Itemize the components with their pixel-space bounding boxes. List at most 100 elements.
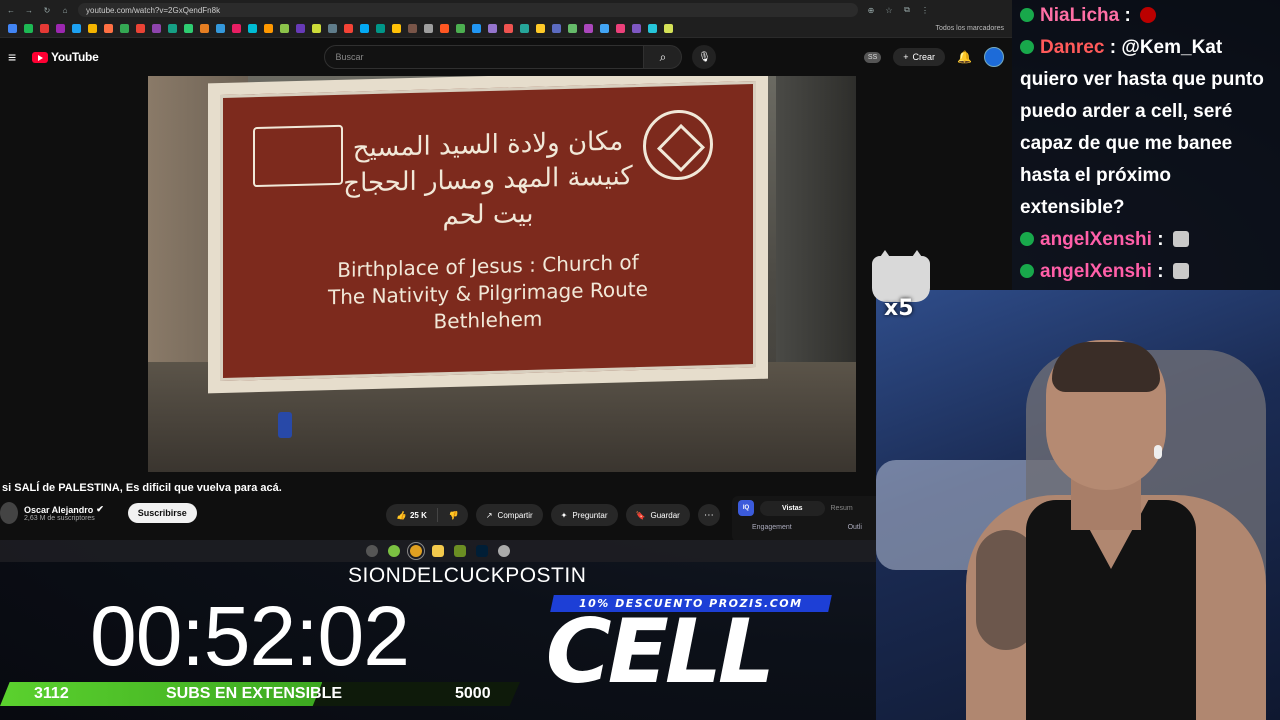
create-button[interactable]: + Crear xyxy=(893,48,946,66)
microphone-icon: 🎙 xyxy=(698,51,711,63)
channel-name[interactable]: Oscar Alejandro xyxy=(24,505,93,515)
share-label: Compartir xyxy=(497,510,533,520)
bookmark-icon[interactable] xyxy=(56,24,65,33)
back-icon[interactable]: ← xyxy=(6,6,16,15)
bookmark-icon[interactable] xyxy=(360,24,369,33)
iq-tab-vistas[interactable]: Vistas xyxy=(760,500,825,516)
more-options-button[interactable]: ⋯ xyxy=(697,504,720,526)
taskbar-app-icon[interactable] xyxy=(388,545,400,557)
bookmark-icon[interactable] xyxy=(488,24,497,33)
bookmark-icon[interactable] xyxy=(200,24,209,33)
bookmark-icon[interactable] xyxy=(552,24,561,33)
bookmark-icon[interactable] xyxy=(536,24,545,33)
bookmark-icon[interactable] xyxy=(440,24,449,33)
bookmark-icon[interactable] xyxy=(392,24,401,33)
bookmark-icon[interactable] xyxy=(632,24,641,33)
bookmark-icon[interactable] xyxy=(152,24,161,33)
ask-label: Preguntar xyxy=(572,510,608,520)
bookmark-icon[interactable] xyxy=(8,24,17,33)
bookmark-icon[interactable] xyxy=(104,24,113,33)
bookmark-icon[interactable] xyxy=(616,24,625,33)
bookmark-icon[interactable] xyxy=(120,24,129,33)
hamburger-menu-icon[interactable]: ≡ xyxy=(8,49,22,65)
video-sign-frame: مكان ولادة السيد المسيح كنيسة المهد ومسا… xyxy=(208,76,768,394)
voice-search-button[interactable]: 🎙 xyxy=(692,45,717,69)
bookmark-icon[interactable] xyxy=(72,24,81,33)
forward-icon[interactable]: → xyxy=(24,6,34,15)
zoom-icon[interactable]: ⊕ xyxy=(866,6,876,15)
bookmark-icon[interactable] xyxy=(344,24,353,33)
bookmark-icon[interactable] xyxy=(328,24,337,33)
taskbar-folder-icon[interactable] xyxy=(432,545,444,557)
bookmark-icon[interactable] xyxy=(472,24,481,33)
subscribe-button[interactable]: Suscribirse xyxy=(127,503,197,523)
search-input[interactable]: Buscar xyxy=(324,45,645,69)
account-avatar[interactable] xyxy=(984,47,1004,67)
more-icon: ⋯ xyxy=(703,509,714,521)
share-button[interactable]: ↗ Compartir xyxy=(475,504,543,526)
channel-avatar[interactable] xyxy=(0,502,18,524)
ask-button[interactable]: ✦ Preguntar xyxy=(550,504,618,526)
bookmark-icon[interactable] xyxy=(600,24,609,33)
url-bar[interactable]: youtube.com/watch?v=2GxQendFn8k xyxy=(78,3,858,17)
menu-icon[interactable]: ⋮ xyxy=(920,6,930,15)
bookmark-icon[interactable] xyxy=(24,24,33,33)
bookmark-icon[interactable] xyxy=(88,24,97,33)
home-icon[interactable]: ⌂ xyxy=(60,6,70,15)
bookmark-icon[interactable] xyxy=(504,24,513,33)
iq-engagement-label: Engagement xyxy=(752,524,792,531)
bookmark-icon[interactable] xyxy=(424,24,433,33)
like-dislike-group: 👍 25 K 👎 xyxy=(386,504,468,526)
reload-icon[interactable]: ↻ xyxy=(42,6,52,15)
iq-tab-resumen[interactable]: Resum xyxy=(831,505,853,512)
bookmark-icon[interactable] xyxy=(136,24,145,33)
chat-message: Danrec : @Kem_Kat quiero ver hasta que p… xyxy=(1020,37,1264,218)
bookmark-icon[interactable] xyxy=(232,24,241,33)
bookmark-icon[interactable] xyxy=(376,24,385,33)
bookmark-icon[interactable] xyxy=(264,24,273,33)
chat-username[interactable]: angelXenshi xyxy=(1040,229,1152,250)
chat-username[interactable]: Danrec xyxy=(1040,37,1104,58)
bookmark-icon[interactable] xyxy=(664,24,673,33)
search-button[interactable]: ⌕ xyxy=(644,45,683,69)
bookmark-icon[interactable] xyxy=(184,24,193,33)
youtube-logo[interactable]: YouTube xyxy=(32,50,99,64)
search-placeholder: Buscar xyxy=(335,52,364,62)
bookmarks-folder[interactable]: Todos los marcadores xyxy=(936,25,1004,32)
bookmark-icon[interactable] xyxy=(408,24,417,33)
like-button[interactable]: 👍 25 K xyxy=(386,511,437,520)
like-count: 25 K xyxy=(409,510,427,520)
chat-username[interactable]: NiaLicha xyxy=(1040,5,1119,26)
bookmark-icon: 🔖 xyxy=(635,510,646,520)
bookmark-icon[interactable] xyxy=(280,24,289,33)
world-heritage-emblem xyxy=(643,109,713,181)
star-icon[interactable]: ☆ xyxy=(884,6,894,15)
bookmark-icon[interactable] xyxy=(312,24,321,33)
video-title: si SALÍ de PALESTINA, Es dificil que vue… xyxy=(2,482,282,494)
bookmark-icon[interactable] xyxy=(456,24,465,33)
bookmark-icon[interactable] xyxy=(40,24,49,33)
taskbar-photoshop-icon[interactable] xyxy=(476,545,488,557)
subs-goal: 5000 xyxy=(455,685,491,702)
taskbar-chrome-icon[interactable] xyxy=(407,542,425,560)
chat-username[interactable]: angelXenshi xyxy=(1040,261,1152,282)
bookmark-icon[interactable] xyxy=(648,24,657,33)
taskbar-app-icon[interactable] xyxy=(366,545,378,557)
extensions-icon[interactable]: ⧉ xyxy=(902,5,912,15)
bookmark-icon[interactable] xyxy=(584,24,593,33)
bookmark-icon[interactable] xyxy=(248,24,257,33)
video-player[interactable]: مكان ولادة السيد المسيح كنيسة المهد ومسا… xyxy=(148,76,856,472)
taskbar-app-icon[interactable] xyxy=(454,545,466,557)
dislike-button[interactable]: 👎 xyxy=(438,511,468,520)
bookmark-icon[interactable] xyxy=(568,24,577,33)
taskbar-app-icon[interactable] xyxy=(498,545,510,557)
iq-badge[interactable]: IQ xyxy=(738,500,754,516)
bookmark-icon[interactable] xyxy=(168,24,177,33)
chat-text: @Kem_Kat quiero ver hasta que punto pued… xyxy=(1020,37,1264,218)
chat-emote-icon xyxy=(1172,231,1189,247)
bell-icon[interactable]: 🔔 xyxy=(957,50,972,64)
save-button[interactable]: 🔖 Guardar xyxy=(625,504,690,526)
bookmark-icon[interactable] xyxy=(216,24,225,33)
bookmark-icon[interactable] xyxy=(520,24,529,33)
bookmark-icon[interactable] xyxy=(296,24,305,33)
